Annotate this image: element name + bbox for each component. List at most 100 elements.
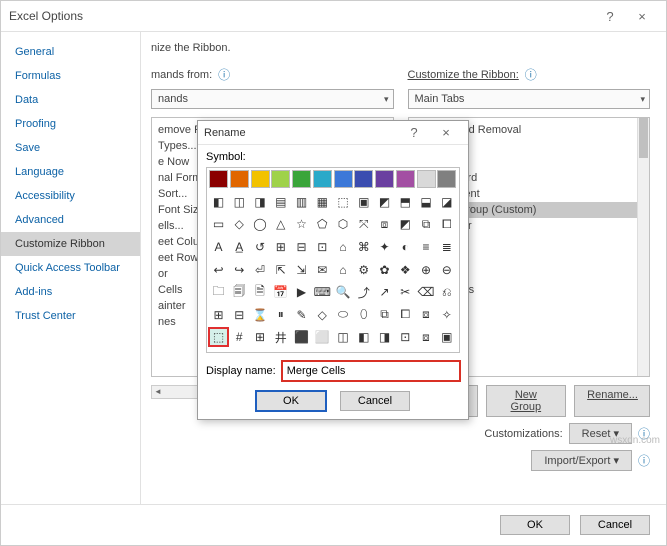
new-group-button[interactable]: New Group: [486, 385, 567, 417]
nav-data[interactable]: Data: [1, 88, 140, 112]
symbol-color-swatch[interactable]: [375, 170, 394, 188]
symbol-icon[interactable]: ⇱: [271, 261, 290, 279]
nav-save[interactable]: Save: [1, 136, 140, 160]
symbol-icon[interactable]: A: [209, 238, 228, 256]
symbol-icon[interactable]: ⊡: [396, 328, 415, 346]
symbol-icon[interactable]: ❖: [396, 261, 415, 279]
symbol-color-swatch[interactable]: [209, 170, 228, 188]
help-button[interactable]: ?: [594, 9, 626, 24]
symbol-icon[interactable]: ⊖: [437, 261, 456, 279]
symbol-icon[interactable]: ⧉: [417, 215, 436, 233]
reset-button[interactable]: Reset ▾: [569, 423, 632, 444]
symbol-icon[interactable]: ⌘: [354, 238, 373, 256]
symbol-color-swatch[interactable]: [334, 170, 353, 188]
nav-general[interactable]: General: [1, 40, 140, 64]
symbol-icon[interactable]: ⚙: [354, 261, 373, 279]
symbol-icon[interactable]: ↩: [209, 261, 228, 279]
symbol-icon[interactable]: ⊞: [271, 238, 290, 256]
symbol-icon[interactable]: ⧈: [375, 215, 394, 233]
symbol-icon[interactable]: 🗐: [230, 283, 249, 301]
tree-scrollbar[interactable]: [637, 118, 649, 376]
symbol-icon[interactable]: 🔍: [334, 283, 353, 301]
symbol-icon[interactable]: ⊟: [292, 238, 311, 256]
symbol-color-swatch[interactable]: [396, 170, 415, 188]
symbol-icon[interactable]: ⬒: [396, 193, 415, 211]
symbol-icon[interactable]: ◧: [354, 328, 373, 346]
symbol-icon[interactable]: ⤴: [354, 283, 373, 301]
symbol-icon[interactable]: ◯: [251, 215, 270, 233]
symbol-icon[interactable]: #: [230, 328, 249, 346]
symbol-icon[interactable]: ☆: [292, 215, 311, 233]
symbol-icon[interactable]: ⌫: [417, 283, 436, 301]
symbol-icon[interactable]: ≣: [437, 238, 456, 256]
symbol-color-swatch[interactable]: [251, 170, 270, 188]
symbol-icon[interactable]: ≡: [417, 238, 436, 256]
symbol-icon[interactable]: ◩: [396, 215, 415, 233]
nav-proofing[interactable]: Proofing: [1, 112, 140, 136]
nav-accessibility[interactable]: Accessibility: [1, 184, 140, 208]
symbol-icon[interactable]: ▦: [313, 193, 332, 211]
symbol-icon[interactable]: ↗: [375, 283, 394, 301]
symbol-icon[interactable]: ⬚: [334, 193, 353, 211]
import-export-button[interactable]: Import/Export ▾: [531, 450, 632, 471]
symbol-icon[interactable]: ◪: [437, 193, 456, 211]
symbol-icon[interactable]: ✂: [396, 283, 415, 301]
symbol-color-swatch[interactable]: [292, 170, 311, 188]
symbol-icon[interactable]: ◨: [375, 328, 394, 346]
symbol-icon[interactable]: ⬡: [334, 215, 353, 233]
symbol-icon[interactable]: ✎: [292, 306, 311, 324]
symbol-icon[interactable]: ⬯: [354, 306, 373, 324]
customize-ribbon-select[interactable]: Main Tabs: [408, 89, 651, 109]
nav-customize-ribbon[interactable]: Customize Ribbon: [1, 232, 140, 256]
symbol-icon[interactable]: ↪: [230, 261, 249, 279]
choose-commands-select[interactable]: nands: [151, 89, 394, 109]
symbol-icon[interactable]: 🗎: [251, 283, 270, 301]
symbol-icon[interactable]: ⧉: [375, 306, 394, 324]
symbol-icon[interactable]: ⏸: [271, 306, 290, 324]
rename-cancel-button[interactable]: Cancel: [340, 391, 410, 411]
symbol-icon[interactable]: 井: [271, 328, 290, 346]
nav-trust-center[interactable]: Trust Center: [1, 304, 140, 328]
symbol-icon[interactable]: ◐: [396, 238, 415, 256]
symbol-icon[interactable]: ▤: [271, 193, 290, 211]
symbol-icon[interactable]: ▭: [209, 215, 228, 233]
symbol-icon[interactable]: ⌂: [334, 238, 353, 256]
symbol-icon[interactable]: ⊕: [417, 261, 436, 279]
symbol-icon[interactable]: ✉: [313, 261, 332, 279]
merge-cells-icon[interactable]: ⬚: [209, 328, 228, 346]
nav-language[interactable]: Language: [1, 160, 140, 184]
symbol-icon[interactable]: ⎌: [437, 283, 456, 301]
ok-button[interactable]: OK: [500, 515, 570, 535]
symbol-icon[interactable]: 🗀: [209, 283, 228, 301]
display-name-input[interactable]: [282, 361, 460, 381]
symbol-icon[interactable]: ⌛: [251, 306, 270, 324]
symbol-color-swatch[interactable]: [230, 170, 249, 188]
symbol-icon[interactable]: ⊟: [230, 306, 249, 324]
symbol-icon[interactable]: ✿: [375, 261, 394, 279]
nav-addins[interactable]: Add-ins: [1, 280, 140, 304]
symbol-icon[interactable]: ⊡: [313, 238, 332, 256]
symbol-icon[interactable]: ▶: [292, 283, 311, 301]
symbol-icon[interactable]: ◫: [334, 328, 353, 346]
symbol-icon[interactable]: ◨: [251, 193, 270, 211]
rename-button[interactable]: Rename...: [574, 385, 650, 417]
symbol-icon[interactable]: ◇: [230, 215, 249, 233]
nav-formulas[interactable]: Formulas: [1, 64, 140, 88]
nav-qat[interactable]: Quick Access Toolbar: [1, 256, 140, 280]
symbol-icon[interactable]: A̲: [230, 238, 249, 256]
symbol-color-swatch[interactable]: [313, 170, 332, 188]
symbol-icon[interactable]: ▣: [354, 193, 373, 211]
symbol-color-swatch[interactable]: [417, 170, 436, 188]
symbol-icon[interactable]: ⌨: [313, 283, 332, 301]
symbol-icon[interactable]: ▥: [292, 193, 311, 211]
symbol-icon[interactable]: ⏎: [251, 261, 270, 279]
close-button[interactable]: ×: [626, 9, 658, 24]
symbol-color-swatch[interactable]: [437, 170, 456, 188]
symbol-icon[interactable]: ⇲: [292, 261, 311, 279]
symbol-icon[interactable]: ⌂: [334, 261, 353, 279]
symbol-icon[interactable]: ↺: [251, 238, 270, 256]
rename-ok-button[interactable]: OK: [256, 391, 326, 411]
rename-close-button[interactable]: ×: [430, 125, 462, 140]
cancel-button[interactable]: Cancel: [580, 515, 650, 535]
symbol-color-swatch[interactable]: [271, 170, 290, 188]
